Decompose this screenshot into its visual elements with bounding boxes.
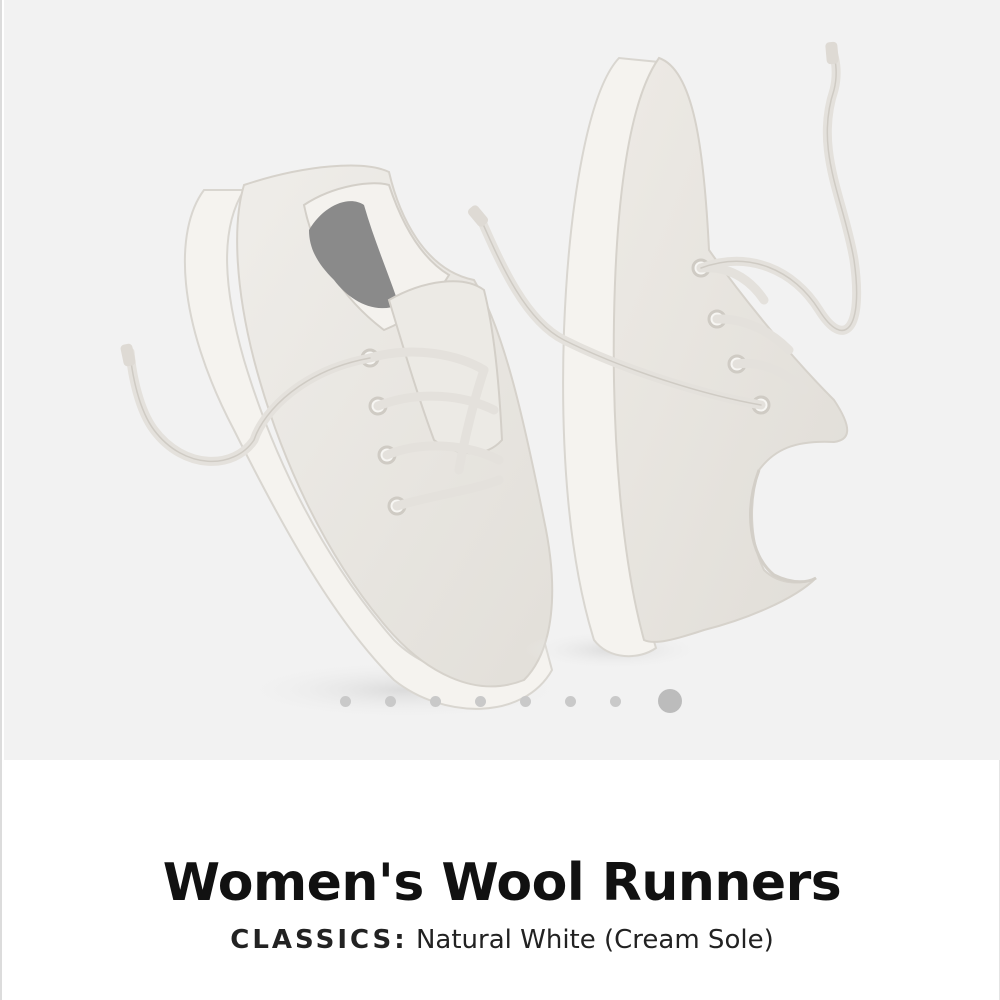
product-color-line: CLASSICS: Natural White (Cream Sole) — [2, 925, 1000, 955]
carousel-dot[interactable] — [339, 696, 351, 707]
carousel-dot[interactable] — [474, 696, 486, 707]
carousel-dot-active[interactable] — [658, 689, 682, 713]
collection-label: CLASSICS — [230, 925, 395, 955]
carousel-pagination — [4, 688, 1000, 718]
color-name: Natural White (Cream Sole) — [415, 925, 774, 955]
product-image[interactable] — [4, 0, 1000, 760]
carousel-dot[interactable] — [384, 696, 396, 707]
collection-separator: : — [394, 925, 408, 955]
product-card: Women's Wool Runners CLASSICS: Natural W… — [0, 0, 1000, 1000]
carousel-dot[interactable] — [429, 696, 441, 707]
product-title: Women's Wool Runners — [162, 852, 842, 913]
carousel-dot[interactable] — [609, 696, 621, 707]
shoe-illustration — [120, 41, 862, 720]
carousel-dot[interactable] — [564, 696, 576, 707]
carousel-dot[interactable] — [519, 696, 531, 707]
left-shoe — [120, 164, 574, 720]
